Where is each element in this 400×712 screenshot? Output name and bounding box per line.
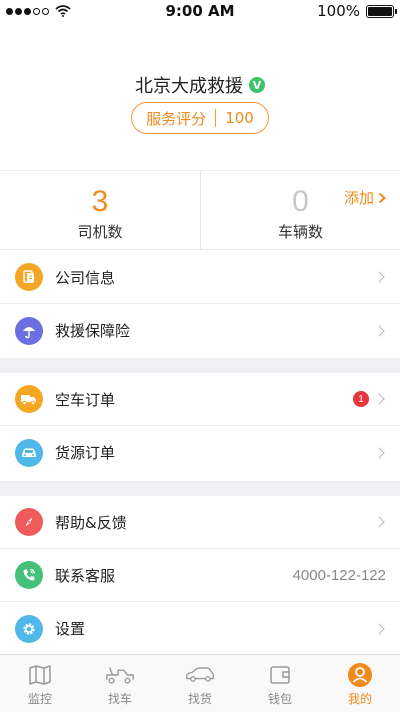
document-icon [15,263,43,291]
notification-badge: 1 [353,391,369,407]
tab-find-cargo[interactable]: 找货 [160,655,240,712]
drivers-label: 司机数 [77,223,123,241]
wallet-icon [265,661,295,689]
insurance-label: 救援保障险 [55,322,131,340]
section-divider [0,358,400,373]
vehicles-label: 车辆数 [277,223,323,241]
company-name: 北京大成救援 [135,76,243,97]
tab-monitor-label: 监控 [27,692,52,706]
settings-row[interactable]: 设置 [0,602,400,655]
row-right [373,251,386,303]
gear-icon [15,614,43,643]
insurance-row[interactable]: 救援保障险 [0,304,400,357]
row-right [373,426,386,479]
row-right [373,496,386,548]
tab-find-cargo-label: 找货 [187,692,212,706]
cargo-orders-row[interactable]: 货源订单 [0,426,400,479]
chevron-right-icon [378,192,386,203]
add-vehicle-button[interactable]: 添加 [344,187,386,208]
car-icon [15,438,43,467]
company-info-label: 公司信息 [55,268,116,287]
user-icon [345,661,375,689]
company-info-row[interactable]: 公司信息 [0,251,400,304]
company-row: 北京大成救援 V [0,72,400,98]
profile-header: 北京大成救援 V 服务评分 100 [0,22,400,170]
menu-section-account: 公司信息 救援保障险 [0,251,400,357]
add-vehicle-label: 添加 [343,189,374,207]
tab-monitor[interactable]: 监控 [0,655,80,712]
umbrella-icon [15,316,43,345]
chevron-right-icon [373,324,385,337]
wifi-icon [55,5,71,17]
score-value: 100 [225,109,254,127]
tab-mine[interactable]: 我的 [320,655,400,712]
score-label: 服务评分 [146,109,207,128]
help-row[interactable]: 帮助&反馈 [0,496,400,549]
empty-orders-row[interactable]: 空车订单 1 [0,373,400,426]
chevron-right-icon [373,393,385,405]
cargo-orders-label: 货源订单 [55,444,116,462]
vehicles-stat[interactable]: 0 车辆数 添加 [200,171,400,249]
service-score-pill[interactable]: 服务评分 100 [131,102,269,134]
chevron-right-icon [373,622,385,635]
phone-icon [15,561,43,589]
tab-find-vehicle[interactable]: 找车 [80,655,160,712]
verified-icon: V [249,77,265,93]
chevron-right-icon [373,271,385,283]
contact-phone[interactable]: 4000-122-122 [293,567,386,584]
menu-section-orders: 空车订单 1 货源订单 [0,373,400,479]
drivers-stat[interactable]: 3 司机数 [0,171,200,249]
signal-icon [6,7,49,15]
stats-panel: 3 司机数 0 车辆数 添加 [0,170,400,250]
settings-label: 设置 [55,620,86,638]
section-divider [0,481,400,496]
help-label: 帮助&反馈 [55,513,127,532]
battery-icon [366,4,397,18]
status-left [6,5,71,17]
row-right [373,304,386,357]
chevron-right-icon [373,446,385,459]
status-bar: 9:00 AM 100% [0,0,400,22]
truck-icon [105,661,135,689]
score-divider [215,109,217,127]
tab-mine-label: 我的 [347,692,372,706]
row-right: 1 [353,373,386,425]
contact-row[interactable]: 联系客服 4000-122-122 [0,549,400,602]
empty-orders-label: 空车订单 [55,390,116,409]
drivers-count: 3 [91,185,109,218]
status-right: 100% [317,2,397,20]
battery-percent: 100% [317,2,360,20]
menu-section-support: 帮助&反馈 联系客服 4000-122-122 设置 [0,496,400,655]
compass-icon [15,508,43,536]
row-right: 4000-122-122 [293,549,386,601]
tab-bar: 监控 找车 找货 钱包 我的 [0,654,400,712]
row-right [373,602,386,655]
tab-find-vehicle-label: 找车 [107,692,132,706]
contact-label: 联系客服 [55,566,116,585]
tab-wallet-label: 钱包 [267,692,292,706]
chevron-right-icon [373,516,385,528]
car-icon [185,661,215,689]
tab-wallet[interactable]: 钱包 [240,655,320,712]
map-icon [25,661,55,689]
truck-icon [15,385,43,413]
